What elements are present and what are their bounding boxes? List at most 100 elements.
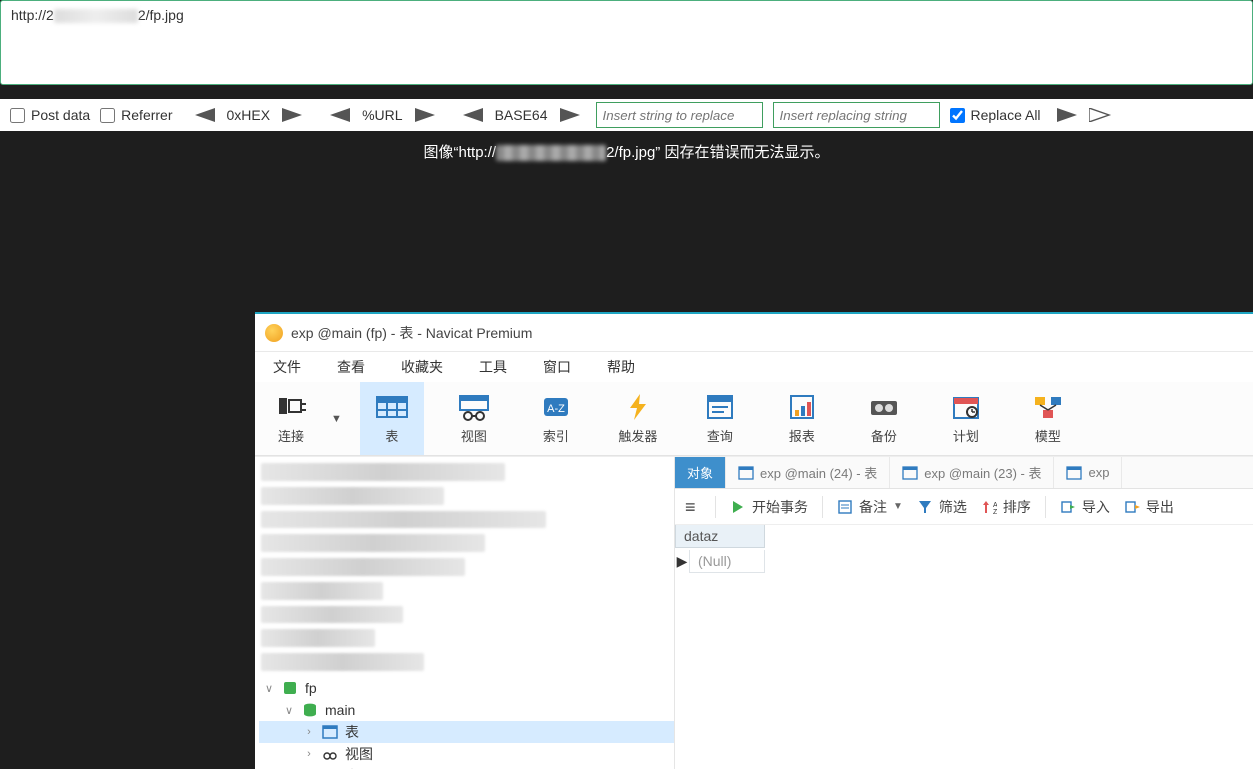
postdata-checkbox-input[interactable] (10, 108, 25, 123)
dropdown-caret-icon: ▼ (893, 501, 903, 512)
postdata-checkbox[interactable]: Post data (10, 107, 90, 123)
data-grid[interactable]: dataz ▶ (Null) (675, 525, 1253, 769)
menu-view[interactable]: 查看 (327, 353, 375, 381)
replaceall-checkbox-input[interactable] (950, 108, 965, 123)
url-group: %URL (324, 106, 440, 124)
export-button[interactable]: 导出 (1124, 497, 1174, 517)
url-bar[interactable]: http://22/fp.jpg (0, 0, 1253, 85)
index-icon: A-Z (538, 392, 574, 422)
toolbar-connection[interactable]: 连接 (259, 382, 323, 455)
referrer-checkbox[interactable]: Referrer (100, 107, 172, 123)
chevron-right-outline-icon[interactable] (1087, 106, 1115, 124)
tree-item-index[interactable]: › 索引 (259, 765, 674, 769)
chevron-right-icon[interactable] (280, 106, 308, 124)
column-header-dataz[interactable]: dataz (675, 525, 765, 548)
url-label[interactable]: %URL (356, 107, 408, 123)
tab-label: exp @main (24) - 表 (760, 463, 877, 482)
chevron-right-icon[interactable] (558, 106, 586, 124)
tab-objects[interactable]: 对象 (675, 457, 726, 488)
svg-text:Z: Z (993, 509, 997, 515)
tree-item-table[interactable]: › 表 (259, 721, 674, 743)
connection-dropdown-caret[interactable]: ▼ (331, 413, 342, 425)
note-icon (837, 499, 853, 515)
toolbar-model-label: 模型 (1035, 426, 1061, 445)
connection-tree[interactable]: ∨ fp ∨ main › 表 › (255, 457, 675, 769)
cell-dataz[interactable]: (Null) (689, 550, 765, 573)
tab-label: exp @main (23) - 表 (924, 463, 1041, 482)
sort-button[interactable]: AZ 排序 (981, 497, 1031, 517)
base64-label[interactable]: BASE64 (489, 107, 554, 123)
main-row: ∨ fp ∨ main › 表 › (255, 456, 1253, 769)
caret-right-icon[interactable]: › (303, 726, 315, 738)
menu-help[interactable]: 帮助 (597, 353, 645, 381)
navicat-app-icon (265, 324, 283, 342)
database-icon (281, 680, 299, 696)
filter-button[interactable]: 筛选 (917, 497, 967, 517)
menu-tools[interactable]: 工具 (469, 353, 517, 381)
hex-group: 0xHEX (189, 106, 309, 124)
lightning-icon (620, 392, 656, 422)
toolbar-report[interactable]: 报表 (770, 382, 834, 455)
tab-strip: 对象 exp @main (24) - 表 exp @main (23) - 表… (675, 457, 1253, 489)
chevron-right-icon[interactable] (1055, 106, 1083, 124)
model-icon (1030, 392, 1066, 422)
toolbar-trigger-label: 触发器 (618, 426, 657, 445)
import-icon (1060, 499, 1076, 515)
table-icon (321, 724, 339, 740)
caret-down-icon[interactable]: ∨ (283, 704, 295, 717)
chevron-left-icon[interactable] (324, 106, 352, 124)
toolbar-trigger[interactable]: 触发器 (606, 382, 670, 455)
query-icon (702, 392, 738, 422)
toolbar-query[interactable]: 查询 (688, 382, 752, 455)
replaceall-checkbox[interactable]: Replace All (950, 107, 1041, 123)
tab-exp[interactable]: exp (1054, 457, 1122, 488)
hackbar-toolbar: Post data Referrer 0xHEX %URL BASE64 Rep… (0, 99, 1253, 131)
menu-button[interactable]: ≡ (685, 499, 701, 515)
table-row[interactable]: ▶ (Null) (675, 548, 1253, 574)
chevron-left-icon[interactable] (189, 106, 217, 124)
tree-obscured-area (255, 457, 674, 677)
chevron-right-icon[interactable] (413, 106, 441, 124)
caret-right-icon[interactable]: › (303, 748, 315, 760)
menu-file[interactable]: 文件 (263, 353, 311, 381)
url-censored (54, 9, 138, 23)
referrer-checkbox-input[interactable] (100, 108, 115, 123)
toolbar-report-label: 报表 (789, 426, 815, 445)
tree-db-label: fp (305, 680, 317, 696)
tree-db-fp[interactable]: ∨ fp (259, 677, 674, 699)
replace-src-input[interactable] (596, 102, 763, 128)
hex-label[interactable]: 0xHEX (221, 107, 277, 123)
toolbar-table-label: 表 (385, 426, 398, 445)
import-button[interactable]: 导入 (1060, 497, 1110, 517)
toolbar-connection-label: 连接 (278, 426, 304, 445)
replaceall-label: Replace All (971, 107, 1041, 123)
svg-text:A: A (993, 502, 997, 509)
toolbar-model[interactable]: 模型 (1016, 382, 1080, 455)
replace-dst-input[interactable] (773, 102, 940, 128)
tab-exp24[interactable]: exp @main (24) - 表 (726, 457, 890, 488)
tree: ∨ fp ∨ main › 表 › (255, 677, 674, 769)
schema-icon (301, 702, 319, 718)
image-error-message: 图像“http://2/fp.jpg” 因存在错误而无法显示。 (0, 141, 1253, 162)
toolbar-table[interactable]: 表 (360, 382, 424, 455)
menu-window[interactable]: 窗口 (533, 353, 581, 381)
chevron-left-icon[interactable] (457, 106, 485, 124)
memo-button[interactable]: 备注 ▼ (837, 497, 903, 517)
toolbar-schedule[interactable]: 计划 (934, 382, 998, 455)
titlebar: exp @main (fp) - 表 - Navicat Premium (255, 314, 1253, 352)
toolbar-index[interactable]: A-Z 索引 (524, 382, 588, 455)
start-transaction-button[interactable]: 开始事务 (730, 497, 808, 517)
export-label: 导出 (1146, 497, 1174, 517)
hamburger-icon: ≡ (685, 499, 701, 515)
tab-exp23[interactable]: exp @main (23) - 表 (890, 457, 1054, 488)
menu-fav[interactable]: 收藏夹 (391, 353, 453, 381)
toolbar-backup[interactable]: 备份 (852, 382, 916, 455)
postdata-label: Post data (31, 107, 90, 123)
caret-down-icon[interactable]: ∨ (263, 682, 275, 695)
view-icon (456, 392, 492, 422)
plug-icon (273, 392, 309, 422)
tree-schema-main[interactable]: ∨ main (259, 699, 674, 721)
toolbar-index-label: 索引 (543, 426, 569, 445)
toolbar-view[interactable]: 视图 (442, 382, 506, 455)
tree-item-view[interactable]: › 视图 (259, 743, 674, 765)
